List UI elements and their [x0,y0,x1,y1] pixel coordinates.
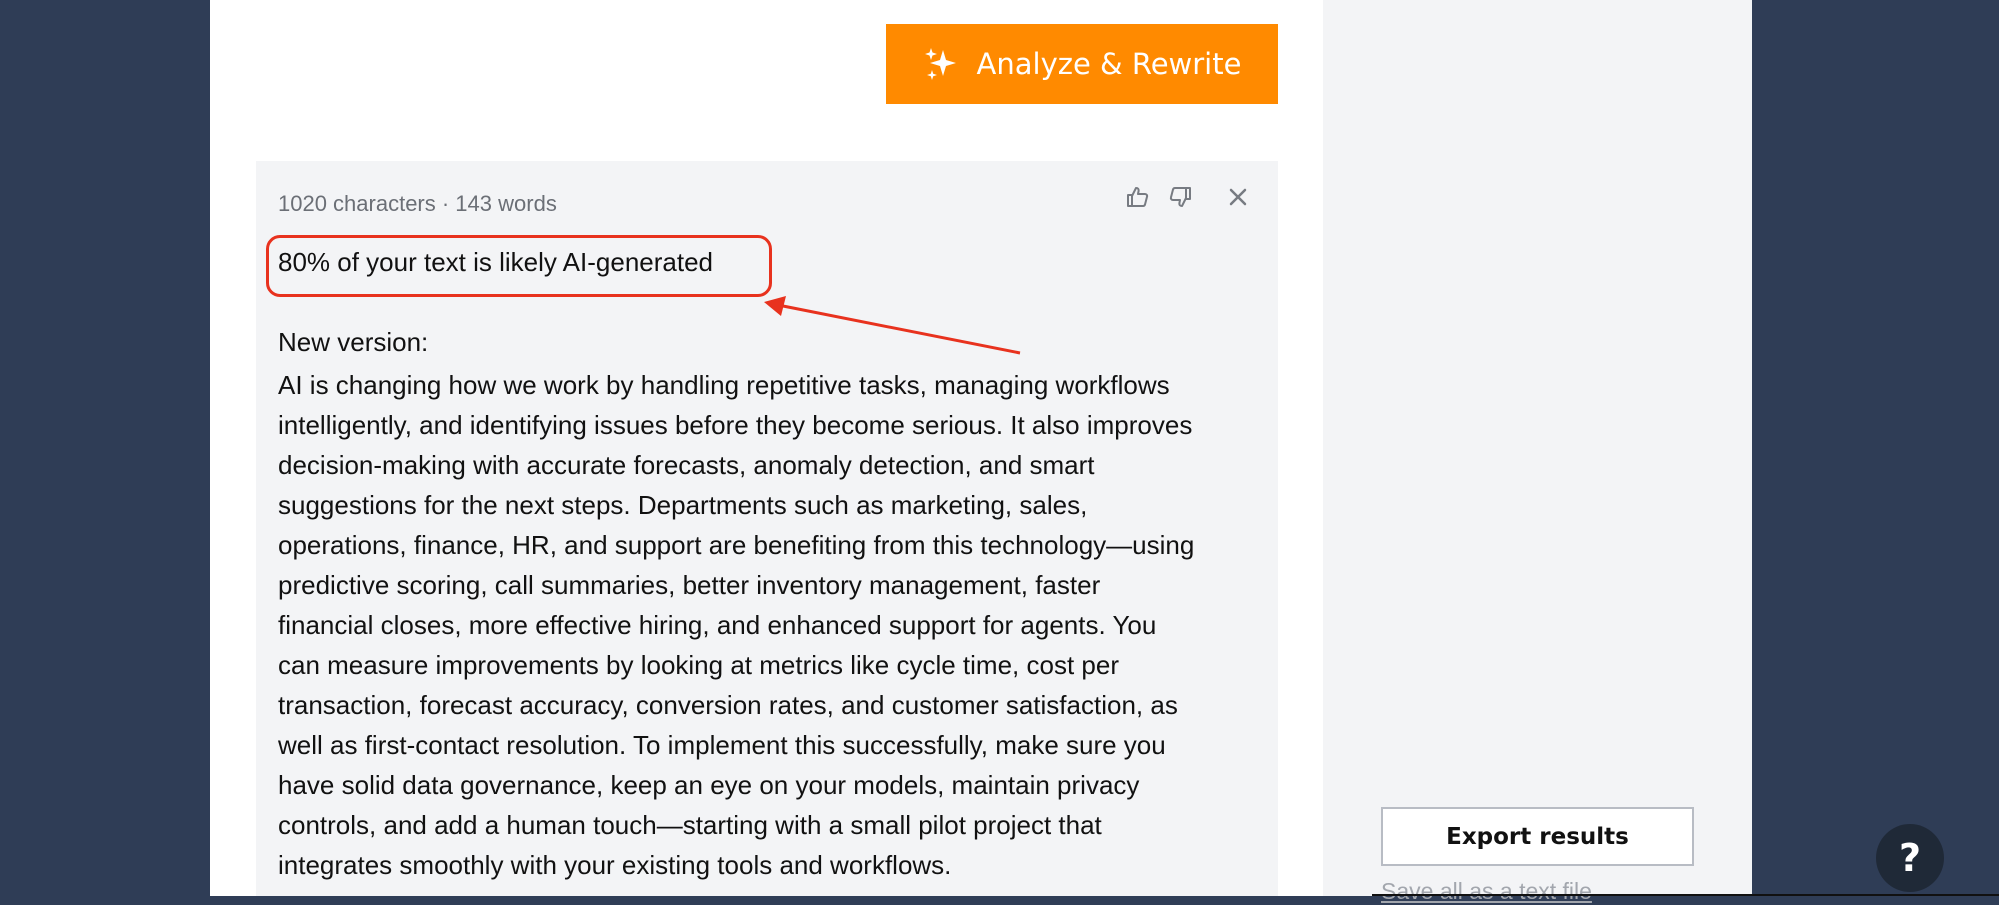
rewritten-text: AI is changing how we work by handling r… [278,370,1195,880]
side-panel [1323,0,1752,896]
help-button[interactable]: ? [1876,824,1944,892]
character-word-count: 1020 characters · 143 words [278,191,557,216]
close-icon[interactable] [1224,183,1252,211]
sparkles-icon [923,46,959,82]
analyze-rewrite-label: Analyze & Rewrite [976,47,1242,81]
export-results-button[interactable]: Export results [1381,807,1694,866]
new-version-label: New version: [278,327,429,357]
result-card: 1020 characters · 143 words 80% of your … [256,161,1278,896]
result-actions [1124,183,1252,211]
thumbs-down-icon[interactable] [1166,183,1194,211]
thumbs-up-icon[interactable] [1124,183,1152,211]
export-hint[interactable]: Save all as a text file [1381,878,1592,905]
analyze-rewrite-button[interactable]: Analyze & Rewrite [886,24,1278,104]
ai-score-text: 80% of your text is likely AI-generated [278,247,714,277]
